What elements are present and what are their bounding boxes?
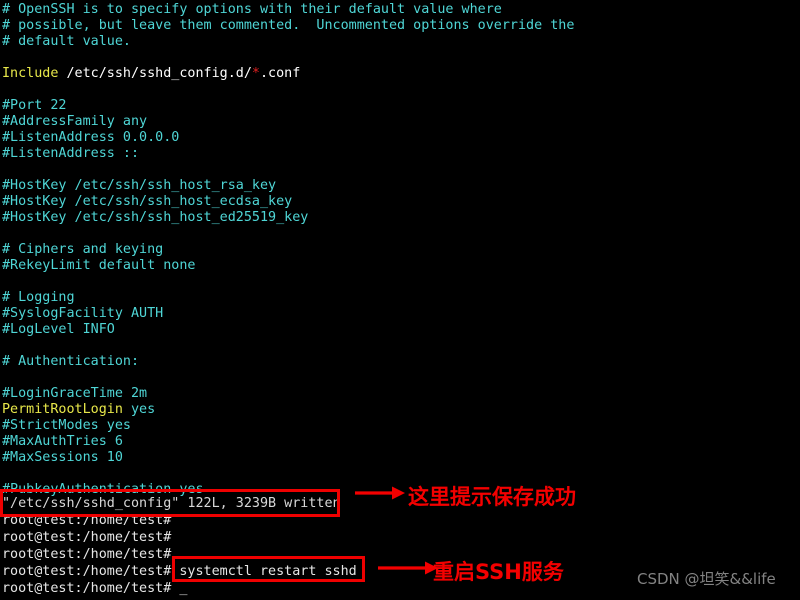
config-line: #AddressFamily any bbox=[2, 114, 147, 130]
include-glob-star: * bbox=[251, 66, 260, 81]
config-line: # Logging bbox=[2, 290, 75, 306]
config-comment-text: # OpenSSH is to specify options with the… bbox=[2, 2, 502, 17]
annotation-label-restart-ssh: 重启SSH服务 bbox=[433, 560, 564, 584]
directive-value: yes bbox=[122, 402, 156, 417]
shell-prompt-line[interactable]: root@test:/home/test# bbox=[2, 547, 171, 563]
config-line: #LoginGraceTime 2m bbox=[2, 386, 147, 402]
config-comment-text: # default value. bbox=[2, 34, 131, 49]
config-comment-text: # possible, but leave them commented. Un… bbox=[2, 18, 575, 33]
terminal-text-area[interactable]: # OpenSSH is to specify options with the… bbox=[0, 0, 800, 600]
terminal-screen: # OpenSSH is to specify options with the… bbox=[0, 0, 800, 600]
config-comment-text: #ListenAddress :: bbox=[2, 146, 140, 161]
config-comment-text: #MaxAuthTries 6 bbox=[2, 434, 123, 449]
shell-prompt: root@test:/home/test# bbox=[2, 564, 172, 579]
config-comment-text: #HostKey /etc/ssh/ssh_host_ecdsa_key bbox=[2, 194, 293, 209]
config-line: Include /etc/ssh/sshd_config.d/*.conf bbox=[2, 66, 300, 82]
config-comment-text: #AddressFamily any bbox=[2, 114, 148, 129]
shell-prompt: root@test:/home/test# bbox=[2, 513, 172, 528]
config-comment-text: #SyslogFacility AUTH bbox=[2, 306, 164, 321]
config-comment-text: #Port 22 bbox=[2, 98, 67, 113]
config-comment-text: #ListenAddress 0.0.0.0 bbox=[2, 130, 180, 145]
config-line: #ListenAddress :: bbox=[2, 146, 139, 162]
config-comment-text: #MaxSessions 10 bbox=[2, 450, 123, 465]
config-comment-text: #PubkeyAuthentication yes bbox=[2, 482, 204, 497]
shell-prompt-line[interactable]: root@test:/home/test# _ bbox=[2, 581, 187, 597]
annotation-label-save-success: 这里提示保存成功 bbox=[408, 485, 576, 509]
config-comment-text: #HostKey /etc/ssh/ssh_host_ed25519_key bbox=[2, 210, 309, 225]
config-comment-text: # Ciphers and keying bbox=[2, 242, 164, 257]
config-comment-text: #HostKey /etc/ssh/ssh_host_rsa_key bbox=[2, 178, 277, 193]
include-keyword: Include bbox=[2, 66, 59, 81]
vim-write-status-text: "/etc/ssh/sshd_config" 122L, 3239B writt… bbox=[2, 496, 341, 511]
include-path: /etc/ssh/sshd_config.d/ bbox=[58, 66, 252, 81]
shell-prompt-line[interactable]: root@test:/home/test# systemctl restart … bbox=[2, 564, 357, 580]
shell-prompt-line[interactable]: root@test:/home/test# bbox=[2, 513, 171, 529]
config-line: #HostKey /etc/ssh/ssh_host_ed25519_key bbox=[2, 210, 308, 226]
config-comment-text: #StrictModes yes bbox=[2, 418, 131, 433]
config-comment-text: # Authentication: bbox=[2, 354, 140, 369]
config-line: #StrictModes yes bbox=[2, 418, 131, 434]
csdn-watermark: CSDN @坦笑&&life bbox=[637, 570, 776, 588]
include-suffix: .conf bbox=[259, 66, 301, 81]
config-line: #Port 22 bbox=[2, 98, 67, 114]
shell-prompt: root@test:/home/test# bbox=[2, 547, 172, 562]
shell-prompt-line[interactable]: root@test:/home/test# bbox=[2, 530, 171, 546]
config-line: # Authentication: bbox=[2, 354, 139, 370]
config-line: #SyslogFacility AUTH bbox=[2, 306, 163, 322]
config-line: #HostKey /etc/ssh/ssh_host_rsa_key bbox=[2, 178, 276, 194]
config-line: # possible, but leave them commented. Un… bbox=[2, 18, 574, 34]
config-line: #RekeyLimit default none bbox=[2, 258, 195, 274]
config-line: PermitRootLogin yes bbox=[2, 402, 155, 418]
config-line: # Ciphers and keying bbox=[2, 242, 163, 258]
shell-command: systemctl restart sshd bbox=[171, 564, 357, 579]
vim-write-status-line: "/etc/ssh/sshd_config" 122L, 3239B writt… bbox=[2, 496, 341, 512]
directive-keyword: PermitRootLogin bbox=[2, 402, 123, 417]
config-line: #HostKey /etc/ssh/ssh_host_ecdsa_key bbox=[2, 194, 292, 210]
config-comment-text: #RekeyLimit default none bbox=[2, 258, 196, 273]
config-comment-text: # Logging bbox=[2, 290, 75, 305]
config-line: #LogLevel INFO bbox=[2, 322, 115, 338]
config-line: #MaxSessions 10 bbox=[2, 450, 123, 466]
config-line: # OpenSSH is to specify options with the… bbox=[2, 2, 502, 18]
config-comment-text: #LogLevel INFO bbox=[2, 322, 115, 337]
config-line: #MaxAuthTries 6 bbox=[2, 434, 123, 450]
config-line: #ListenAddress 0.0.0.0 bbox=[2, 130, 179, 146]
text-cursor: _ bbox=[179, 581, 188, 596]
config-comment-text: #LoginGraceTime 2m bbox=[2, 386, 148, 401]
config-line: # default value. bbox=[2, 34, 131, 50]
shell-prompt: root@test:/home/test# bbox=[2, 581, 172, 596]
shell-prompt: root@test:/home/test# bbox=[2, 530, 172, 545]
